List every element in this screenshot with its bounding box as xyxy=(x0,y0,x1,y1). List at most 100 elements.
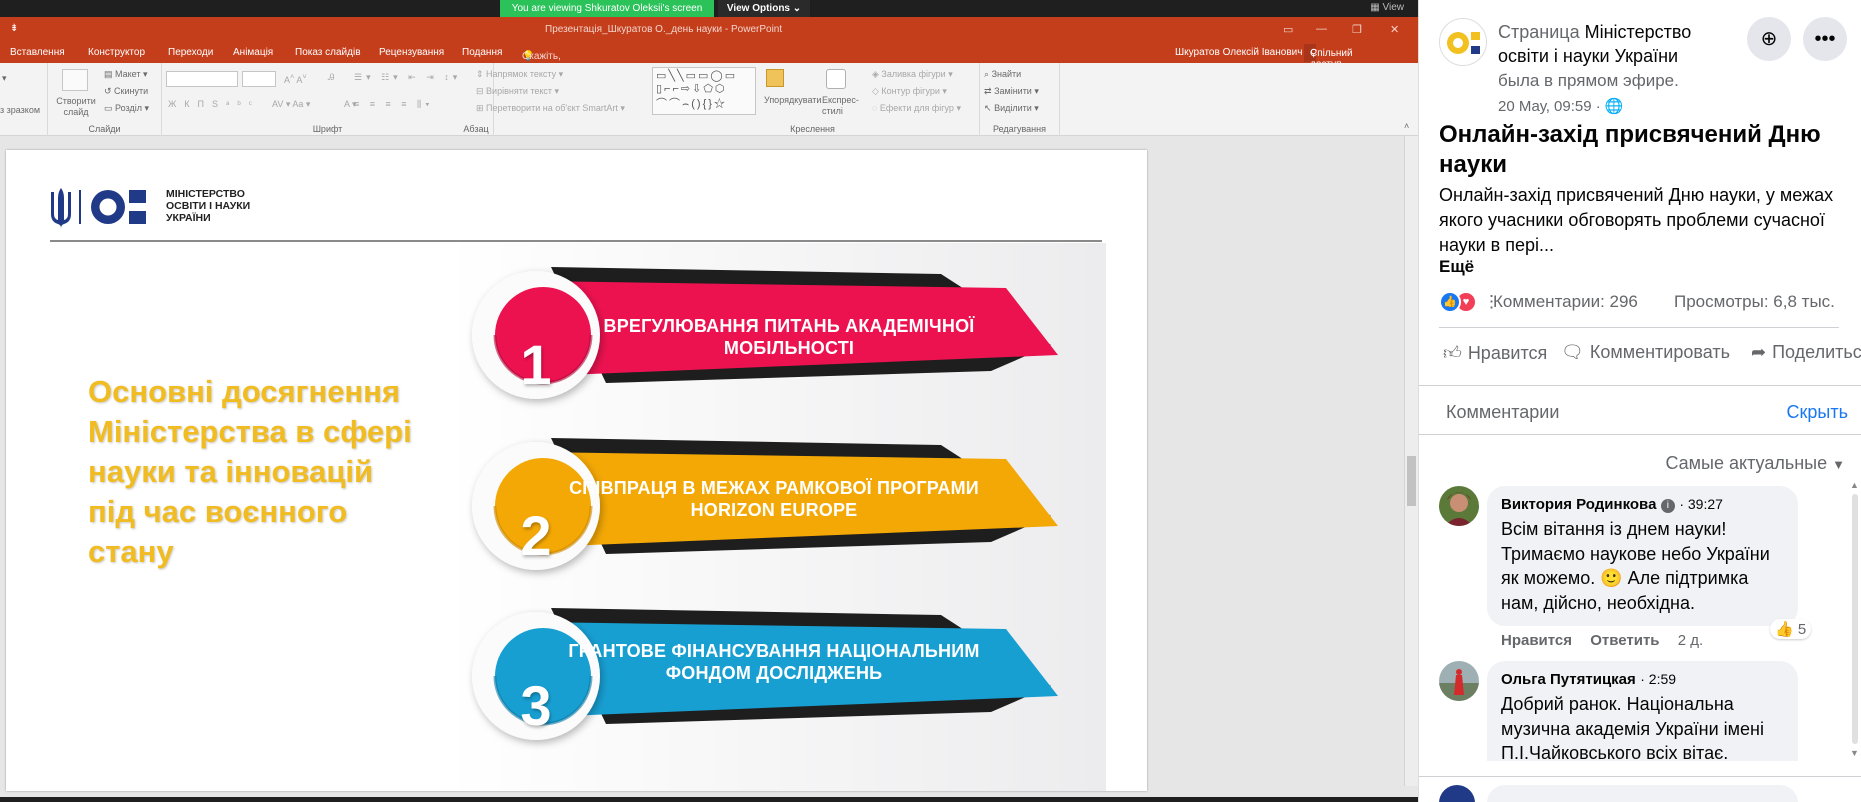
reset-button[interactable]: ↺ Скинути xyxy=(104,86,148,97)
align-text-button[interactable]: ⊟ Вирівняти текст ▾ xyxy=(476,86,559,97)
post-date[interactable]: 20 Мау, 09:59 · 🌐 xyxy=(1498,97,1624,115)
scroll-down-icon[interactable]: ▼ xyxy=(1850,748,1859,758)
smartart-button[interactable]: ⊞ Перетворити на об'єкт SmartArt ▾ xyxy=(476,103,625,114)
font-style-icons[interactable]: ЖКПSᵃᵇᶜ xyxy=(168,99,260,109)
group-label-drawing: Креслення xyxy=(790,124,835,134)
close-icon[interactable]: ✕ xyxy=(1390,23,1399,36)
comment-item: Ольга Путятицкая · 2:59 Добрий ранок. На… xyxy=(1439,661,1839,761)
minimize-icon[interactable]: — xyxy=(1316,23,1327,35)
hide-comments-link[interactable]: Скрыть xyxy=(1787,402,1848,423)
info-icon[interactable]: i xyxy=(1660,499,1675,513)
shapes-icons: ▭╲╲▭▭◯▭ ▯⌐⌐⇨⇩⬠⬡ ⌒⌒⌢(){}☆ xyxy=(656,70,738,110)
select-label: Виділити xyxy=(994,103,1032,113)
post-actions: 👍︎Нравится 🗨︎Комментировать ➦Поделиться xyxy=(1439,342,1861,372)
tab-review[interactable]: Рецензування xyxy=(379,47,444,58)
chevron-down-icon: ▼ xyxy=(1832,457,1845,472)
find-button[interactable]: ⌕ Знайти xyxy=(984,69,1021,80)
tab-view[interactable]: Подання xyxy=(462,47,502,58)
shapes-gallery[interactable]: ▭╲╲▭▭◯▭ ▯⌐⌐⇨⇩⬠⬡ ⌒⌒⌢(){}☆ xyxy=(652,67,756,115)
page-name-line: Страница Міністерство освіти і науки Укр… xyxy=(1498,20,1728,68)
comment-likes[interactable]: 👍 5 xyxy=(1770,619,1812,639)
shape-effects-button[interactable]: ◌ Ефекти для фігур ▾ xyxy=(872,103,961,114)
scroll-up-icon[interactable]: ▲ xyxy=(1850,480,1859,490)
new-slide-icon[interactable] xyxy=(62,69,88,91)
comment-composer[interactable] xyxy=(1439,785,1859,802)
commenter-name[interactable]: Виктория Родинкова xyxy=(1501,496,1656,513)
char-spacing-icon[interactable]: AV ▾ Aa ▾ xyxy=(272,99,310,110)
commenter-name[interactable]: Ольга Путятицкая xyxy=(1501,671,1636,688)
item-text: ГРАНТОВЕ ФІНАНСУВАННЯ НАЦІОНАЛЬНИМ ФОНДО… xyxy=(568,641,980,683)
cursor-icon: ↖ xyxy=(984,103,992,113)
quick-styles-button[interactable]: Експрес-стилі xyxy=(822,95,862,117)
layout-button[interactable]: ▤ Макет ▾ xyxy=(104,69,148,80)
tab-transitions[interactable]: Переходи xyxy=(168,47,213,58)
like-label: Нравится xyxy=(1467,343,1548,363)
comments-header: Комментарии Скрыть xyxy=(1419,385,1861,435)
comment-input[interactable] xyxy=(1487,785,1798,802)
save-button[interactable]: ⊕ xyxy=(1747,17,1791,61)
share-post-button[interactable]: ➦Поделиться xyxy=(1751,342,1861,363)
commenter-avatar[interactable] xyxy=(1439,661,1479,701)
arrange-button[interactable]: Упорядкувати xyxy=(764,95,821,105)
shape-outline-button[interactable]: ◇ Контур фігури ▾ xyxy=(872,86,947,97)
reuse-label[interactable]: з зразком xyxy=(0,105,40,115)
comment-likes-count: 5 xyxy=(1797,621,1807,638)
tab-slideshow[interactable]: Показ слайдів xyxy=(295,47,361,58)
grow-font-icon[interactable]: A˄ A˅ xyxy=(284,72,307,85)
share-button[interactable]: ⚲ Спільний доступ xyxy=(1304,44,1353,70)
like-button[interactable]: 👍︎ Нравится xyxy=(1443,342,1547,364)
font-family-box[interactable] xyxy=(166,71,238,87)
comment-time[interactable]: · 2:59 xyxy=(1640,671,1676,687)
like-reaction-icon[interactable]: 👍 xyxy=(1439,291,1461,313)
comment-time[interactable]: · 39:27 xyxy=(1679,496,1723,512)
editor-scrollbar[interactable] xyxy=(1404,136,1418,786)
comment-button[interactable]: 🗨︎ Комментировать xyxy=(1561,342,1730,363)
comment-reply-button[interactable]: Ответить xyxy=(1590,632,1659,649)
reuse-dropdown[interactable]: ▾ xyxy=(2,73,7,84)
tab-animation[interactable]: Анімація xyxy=(233,47,273,58)
comments-count[interactable]: Комментарии: 296 xyxy=(1493,292,1638,312)
slide-canvas[interactable]: МІНІСТЕРСТВО ОСВІТИ І НАУКИ УКРАЇНИ Осно… xyxy=(6,150,1147,791)
globe-icon: 🌐 xyxy=(1604,98,1624,115)
tab-insert[interactable]: Вставлення xyxy=(10,47,65,58)
new-slide-button[interactable]: Створити слайд xyxy=(56,96,96,118)
comments-scrollbar[interactable]: ▲ ▼ xyxy=(1849,480,1861,762)
scrollbar-thumb[interactable] xyxy=(1407,456,1416,506)
more-options-button[interactable]: ••• xyxy=(1803,17,1847,61)
divider xyxy=(1439,327,1839,328)
share-post-label: Поделиться xyxy=(1772,342,1861,362)
comment-age[interactable]: 2 д. xyxy=(1678,632,1703,649)
text-direction-label: Напрямок тексту xyxy=(486,69,557,79)
tab-design[interactable]: Конструктор xyxy=(88,47,145,58)
collapse-ribbon-icon[interactable]: ˄ xyxy=(1404,121,1409,131)
page-avatar[interactable] xyxy=(1439,18,1487,66)
ribbon-group-slides: Створити слайд ▤ Макет ▾ ↺ Скинути ▭ Роз… xyxy=(48,63,162,136)
maximize-icon[interactable]: ❐ xyxy=(1352,23,1362,36)
bookmark-plus-icon: ⊕ xyxy=(1760,28,1778,50)
see-more-link[interactable]: Ещё xyxy=(1439,257,1474,277)
view-menu[interactable]: ▦ View xyxy=(1370,2,1404,13)
ribbon-display-icon[interactable]: ▭ xyxy=(1283,23,1293,36)
avatar-photo-icon xyxy=(1439,486,1479,526)
comment-like-button[interactable]: Нравится xyxy=(1501,632,1572,649)
scroll-track[interactable] xyxy=(1852,494,1858,744)
item-number: 1 xyxy=(520,333,552,396)
align-icons[interactable]: ≡ ≡ ≡ ≡ ⫼▾ xyxy=(354,99,434,110)
quick-access-icon[interactable]: ⇟ xyxy=(10,23,18,34)
view-options-button[interactable]: View Options ⌄ xyxy=(718,0,810,17)
sort-dropdown[interactable]: Самые актуальные ▼ xyxy=(1665,453,1845,474)
group-label-slides: Слайди xyxy=(88,124,121,134)
comment-item: Виктория Родинкова i · 39:27 Всім вітанн… xyxy=(1439,486,1839,649)
font-size-box[interactable] xyxy=(242,71,276,87)
self-avatar[interactable] xyxy=(1439,785,1475,802)
shape-fill-button[interactable]: ◈ Заливка фігури ▾ xyxy=(872,69,953,80)
text-direction-button[interactable]: ⇕ Напрямок тексту ▾ xyxy=(476,69,563,80)
section-button[interactable]: ▭ Розділ ▾ xyxy=(104,103,149,114)
item-text: СПІВПРАЦЯ В МЕЖАХ РАМКОВОЇ ПРОГРАМИ HORI… xyxy=(569,478,979,520)
post-title: Онлайн-захід присвячений Дню науки xyxy=(1439,121,1821,178)
commenter-avatar[interactable] xyxy=(1439,486,1479,526)
select-button[interactable]: ↖ Виділити ▾ xyxy=(984,103,1039,114)
list-icons[interactable]: ☰▾ ☷▾ ⇤ ⇥ ↕▾ xyxy=(354,72,461,83)
ribbon: ▾ з зразком Створити слайд ▤ Макет ▾ ↺ С… xyxy=(0,63,1418,136)
replace-button[interactable]: ⇄ Замінити ▾ xyxy=(984,86,1039,97)
